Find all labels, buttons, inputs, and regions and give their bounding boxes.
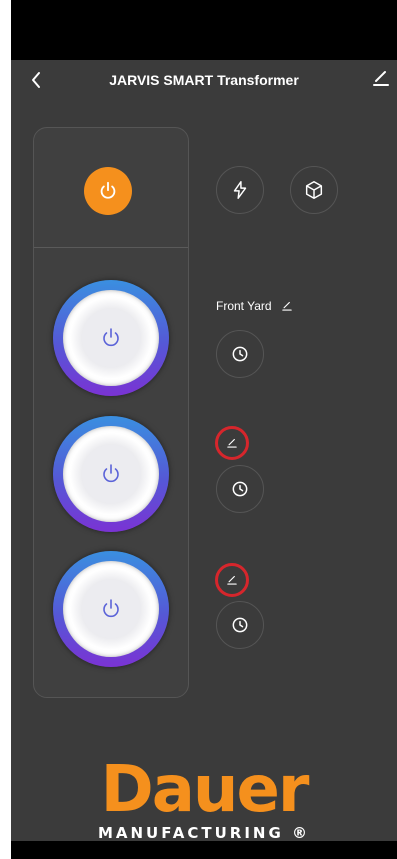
pencil-icon [373,71,389,86]
brand-logo: Dauer MANUFACTURING ® [11,758,397,842]
zone-3-edit-button[interactable] [215,563,249,597]
zone-2-edit-button[interactable] [215,426,249,460]
scene-cube-button[interactable] [290,166,338,214]
flash-mode-button[interactable] [216,166,264,214]
clock-icon [232,481,248,497]
zone-1-name: Front Yard [216,299,272,313]
panel-divider [34,247,188,248]
zone-2-timer-button[interactable] [216,465,264,513]
zone-3-power-knob [63,561,159,657]
pencil-icon [227,438,237,448]
edit-button[interactable] [369,66,393,90]
app-screen: JARVIS SMART Transformer Front Yard Daue… [11,60,397,842]
zone-1-power-button[interactable] [53,280,169,396]
logo-wordmark: Dauer [100,753,310,827]
pencil-icon [227,575,237,585]
clock-icon [232,617,248,633]
power-icon [103,599,119,618]
zone-2-power-button[interactable] [53,416,169,532]
page-title: JARVIS SMART Transformer [109,72,299,88]
zone-3-timer-button[interactable] [216,601,264,649]
zone-3-power-button[interactable] [53,551,169,667]
lightning-icon [233,181,247,199]
zone-1-power-knob [63,290,159,386]
zone-1-label[interactable]: Front Yard [216,299,294,313]
power-icon [100,181,116,199]
zone-1-power-core [82,309,140,367]
logo-subtitle: MANUFACTURING ® [97,824,311,842]
power-icon [103,464,119,483]
header: JARVIS SMART Transformer [11,60,397,100]
cube-icon [305,181,323,199]
master-power-button[interactable] [84,167,132,215]
frame-edge [0,0,11,859]
navigation-bar [11,841,397,859]
power-icon [103,328,119,347]
clock-icon [232,346,248,362]
zone-3-power-core [82,580,140,638]
zone-2-power-core [82,445,140,503]
pencil-icon[interactable] [280,299,294,313]
zone-1-timer-button[interactable] [216,330,264,378]
zone-2-power-knob [63,426,159,522]
status-bar [11,0,397,60]
